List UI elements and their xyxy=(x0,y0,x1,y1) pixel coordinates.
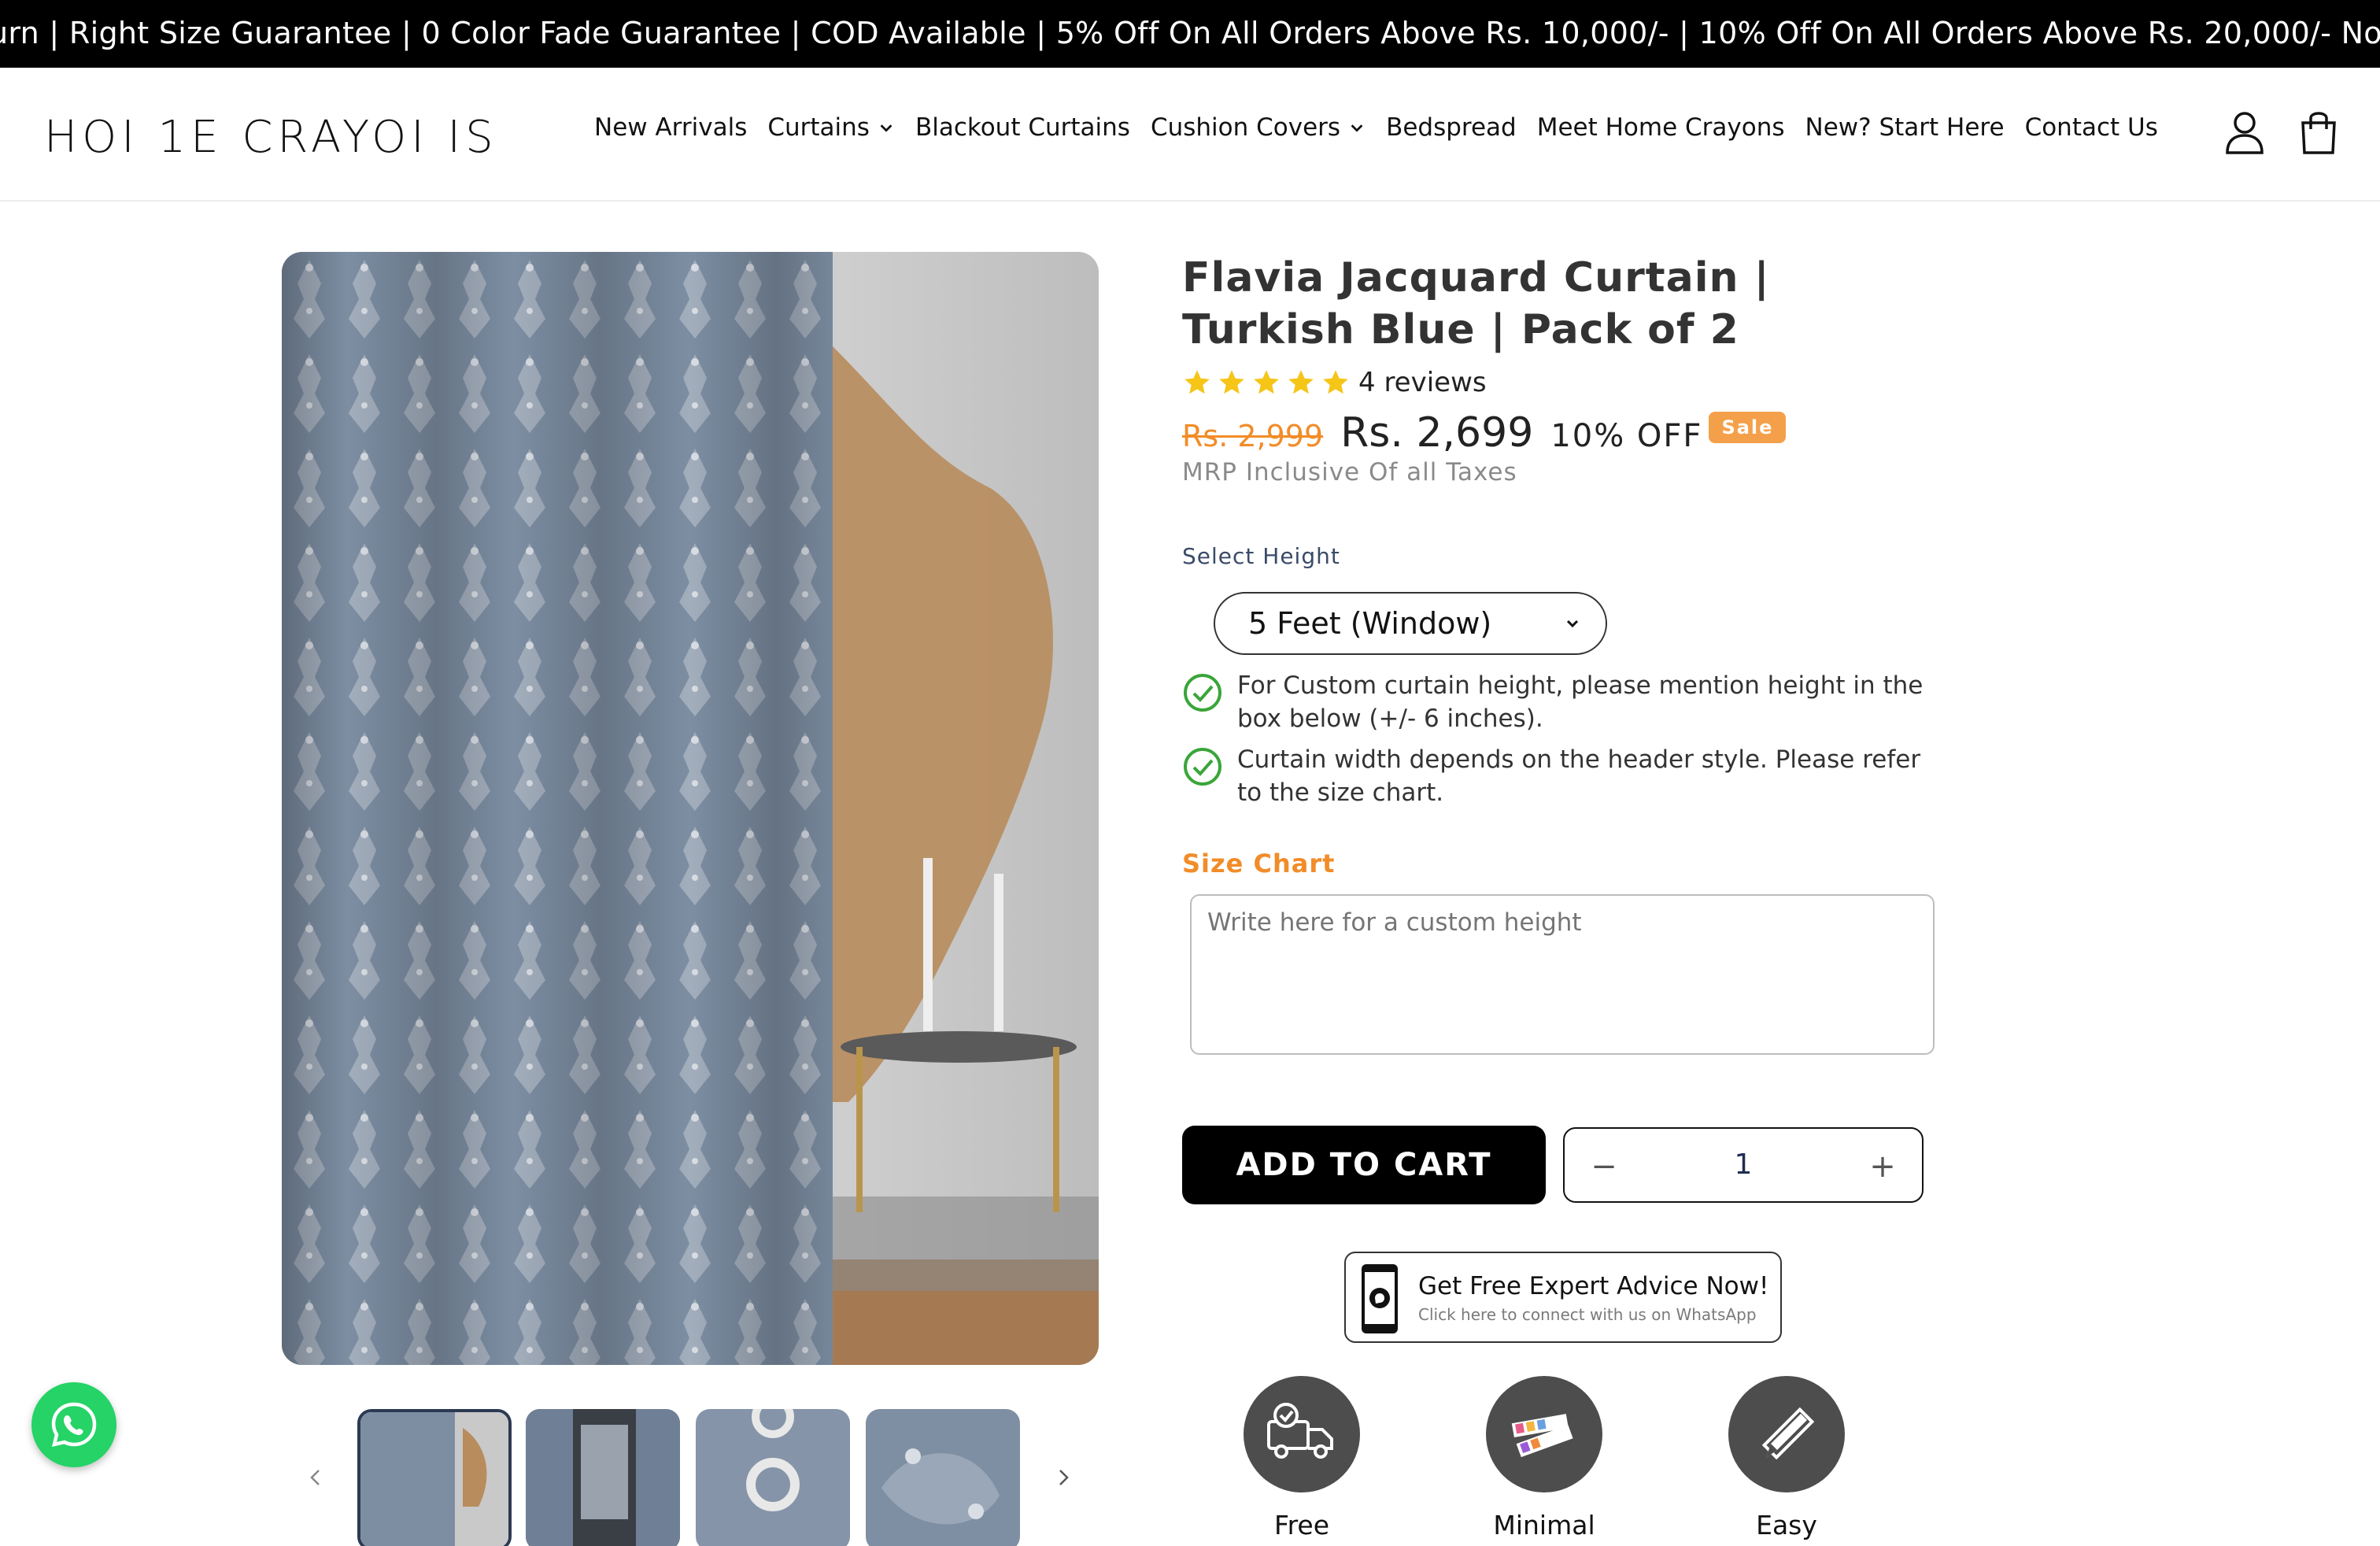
product-title: Flavia Jacquard Curtain | Turkish Blue |… xyxy=(1182,254,1770,353)
nav-label: Meet Home Crayons xyxy=(1536,113,1785,142)
chevron-right-icon[interactable] xyxy=(1051,1466,1075,1489)
quantity-increase-button[interactable]: + xyxy=(1864,1148,1901,1185)
color-swatch-icon xyxy=(1511,1414,1573,1458)
tax-note: MRP Inclusive Of all Taxes xyxy=(1182,458,1517,486)
nav-contact-us[interactable]: Contact Us xyxy=(2025,113,2158,142)
nav-blackout-curtains[interactable]: Blackout Curtains xyxy=(915,113,1130,142)
thumbnail-image xyxy=(360,1412,508,1546)
quantity-stepper: − 1 + xyxy=(1563,1127,1924,1203)
sale-badge: Sale xyxy=(1709,412,1787,443)
nav-label: New? Start Here xyxy=(1805,113,2005,142)
note-text: Curtain width depends on the header styl… xyxy=(1237,745,1921,807)
curtain-photo xyxy=(282,252,1099,1365)
nav-label: Bedspread xyxy=(1386,113,1517,142)
account-icon[interactable] xyxy=(2223,109,2267,156)
selected-height: 5 Feet (Window) xyxy=(1248,606,1492,641)
feature-free: Free xyxy=(1223,1376,1380,1540)
reviews-link[interactable]: 4 reviews xyxy=(1358,367,1487,398)
product-main-image[interactable] xyxy=(282,252,1099,1365)
delivery-truck-icon xyxy=(1267,1403,1333,1459)
height-select[interactable]: 5 Feet (Window) xyxy=(1214,592,1607,655)
feature-circle xyxy=(1244,1376,1360,1492)
chevron-down-icon xyxy=(880,124,893,132)
nav-meet-home-crayons[interactable]: Meet Home Crayons xyxy=(1537,113,1785,142)
select-height-label: Select Height xyxy=(1182,543,1340,569)
nav-new-arrivals[interactable]: New Arrivals xyxy=(594,113,747,142)
advice-subtitle: Click here to connect with us on WhatsAp… xyxy=(1418,1305,1757,1324)
feature-label: Free xyxy=(1273,1510,1330,1540)
expert-advice-button[interactable]: Get Free Expert Advice Now! Click here t… xyxy=(1344,1252,1782,1343)
compare-price: Rs. 2,999 xyxy=(1182,419,1324,453)
star-icon xyxy=(1288,370,1314,394)
star-icon xyxy=(1323,370,1348,394)
whatsapp-phone-icon xyxy=(1362,1264,1398,1333)
add-to-cart-button[interactable]: ADD TO CART xyxy=(1182,1126,1546,1204)
nav-curtains[interactable]: Curtains xyxy=(767,113,895,142)
site-header: HOI 1E CRAYOI IS New Arrivals Curtains B… xyxy=(0,68,2380,202)
info-note-1: For Custom curtain height, please mentio… xyxy=(1182,669,1946,735)
check-circle-icon xyxy=(1184,748,1221,786)
thumbnail-image xyxy=(696,1409,850,1546)
whatsapp-icon xyxy=(51,1402,97,1448)
announcement-text: urn | Right Size Guarantee | 0 Color Fad… xyxy=(0,16,2380,50)
nav-label: Curtains xyxy=(767,113,870,142)
feature-minimal: Minimal xyxy=(1465,1376,1623,1540)
nav-bedspread[interactable]: Bedspread xyxy=(1386,113,1517,142)
thumbnail-1[interactable] xyxy=(357,1409,512,1546)
star-icon xyxy=(1184,370,1210,394)
pencil-ruler-icon xyxy=(1761,1407,1815,1460)
sale-price: Rs. 2,699 xyxy=(1340,409,1534,457)
announcement-bar: urn | Right Size Guarantee | 0 Color Fad… xyxy=(0,0,2380,68)
thumbnail-2[interactable] xyxy=(526,1409,680,1546)
star-icon xyxy=(1219,370,1244,394)
thumbnail-3[interactable] xyxy=(696,1409,850,1546)
whatsapp-chat-button[interactable] xyxy=(31,1382,116,1467)
star-rating xyxy=(1182,368,1351,398)
nav-label: Blackout Curtains xyxy=(915,113,1130,142)
info-note-2: Curtain width depends on the header styl… xyxy=(1182,743,1946,809)
nav-cushion-covers[interactable]: Cushion Covers xyxy=(1151,113,1366,142)
check-circle-icon xyxy=(1184,674,1221,712)
feature-label: Minimal xyxy=(1493,1510,1595,1540)
nav-label: Cushion Covers xyxy=(1150,113,1341,142)
size-chart-link[interactable]: Size Chart xyxy=(1182,849,1335,878)
chevron-down-icon xyxy=(1351,124,1363,132)
nav-label: Contact Us xyxy=(2024,113,2158,142)
discount-text: 10% OFF xyxy=(1550,418,1703,454)
logo[interactable]: HOI 1E CRAYOI IS xyxy=(44,112,498,163)
main-nav: New Arrivals Curtains Blackout Curtains … xyxy=(594,113,2179,142)
thumbnail-image xyxy=(526,1409,680,1546)
thumbnail-4[interactable] xyxy=(866,1409,1020,1546)
feature-circle xyxy=(1728,1376,1845,1492)
chevron-down-icon xyxy=(1566,620,1579,628)
feature-circle xyxy=(1486,1376,1602,1492)
star-icon xyxy=(1254,370,1279,394)
product-info: Flavia Jacquard Curtain | Turkish Blue |… xyxy=(1182,252,1938,1540)
feature-easy: Easy xyxy=(1708,1376,1865,1540)
note-text: For Custom curtain height, please mentio… xyxy=(1237,671,1924,733)
thumbnail-image xyxy=(866,1409,1020,1546)
cart-bag-icon[interactable] xyxy=(2297,109,2341,156)
custom-height-input[interactable] xyxy=(1190,894,1935,1055)
nav-label: New Arrivals xyxy=(594,113,748,142)
nav-new-start-here[interactable]: New? Start Here xyxy=(1805,113,2005,142)
rating[interactable]: 4 reviews xyxy=(1182,367,1487,398)
advice-title: Get Free Expert Advice Now! xyxy=(1418,1272,1769,1300)
price-row: Rs. 2,999 Rs. 2,699 10% OFF Sale xyxy=(1182,409,1787,457)
chevron-left-icon[interactable] xyxy=(304,1466,327,1489)
feature-label: Easy xyxy=(1756,1510,1817,1540)
